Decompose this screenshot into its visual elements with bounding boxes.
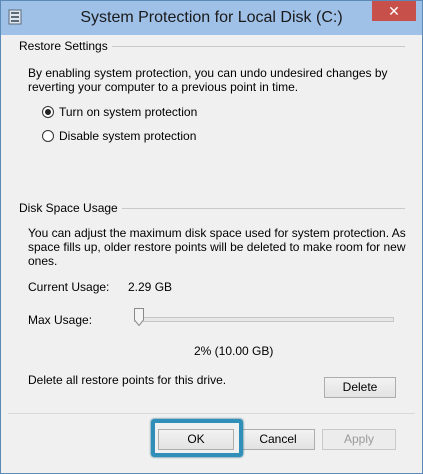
close-icon: ✕ <box>388 3 400 19</box>
max-usage-label: Max Usage: <box>28 313 93 327</box>
delete-restore-points-text: Delete all restore points for this drive… <box>28 373 227 387</box>
radio-turn-on-label[interactable]: Turn on system protection <box>59 105 197 120</box>
title-bar[interactable]: System Protection for Local Disk (C:) ✕ <box>1 1 422 35</box>
disk-description-line2: space fills up, older restore points wil… <box>28 240 406 254</box>
current-usage-label: Current Usage: <box>28 280 110 294</box>
restore-description-line1: By enabling system protection, you can u… <box>28 66 388 80</box>
max-usage-slider-thumb[interactable] <box>134 308 145 326</box>
delete-button[interactable]: Delete <box>324 377 396 398</box>
max-usage-value: 2% (10.00 GB) <box>194 344 274 358</box>
apply-button[interactable]: Apply <box>322 429 396 450</box>
disk-description-line3: ones. <box>28 254 58 268</box>
radio-disable-label[interactable]: Disable system protection <box>59 129 196 144</box>
restore-settings-heading: Restore Settings <box>19 39 112 53</box>
group-divider <box>105 46 405 47</box>
system-protection-dialog: System Protection for Local Disk (C:) ✕ … <box>0 0 423 474</box>
dialog-body: Restore Settings By enabling system prot… <box>8 35 415 467</box>
radio-disable[interactable] <box>42 130 54 142</box>
max-usage-slider-track[interactable] <box>134 317 394 322</box>
group-divider <box>108 208 405 209</box>
disk-description-line1: You can adjust the maximum disk space us… <box>28 226 406 240</box>
cancel-button[interactable]: Cancel <box>241 429 315 450</box>
footer-separator <box>8 413 415 414</box>
close-button[interactable]: ✕ <box>372 1 416 21</box>
ok-button-highlight <box>151 419 243 457</box>
disk-space-heading: Disk Space Usage <box>19 201 122 215</box>
radio-turn-on[interactable] <box>42 106 54 118</box>
radio-selected-dot <box>45 109 51 115</box>
restore-description-line2: reverting your computer to a previous po… <box>28 80 299 94</box>
current-usage-value: 2.29 GB <box>128 280 173 294</box>
window-title: System Protection for Local Disk (C:) <box>80 9 343 26</box>
